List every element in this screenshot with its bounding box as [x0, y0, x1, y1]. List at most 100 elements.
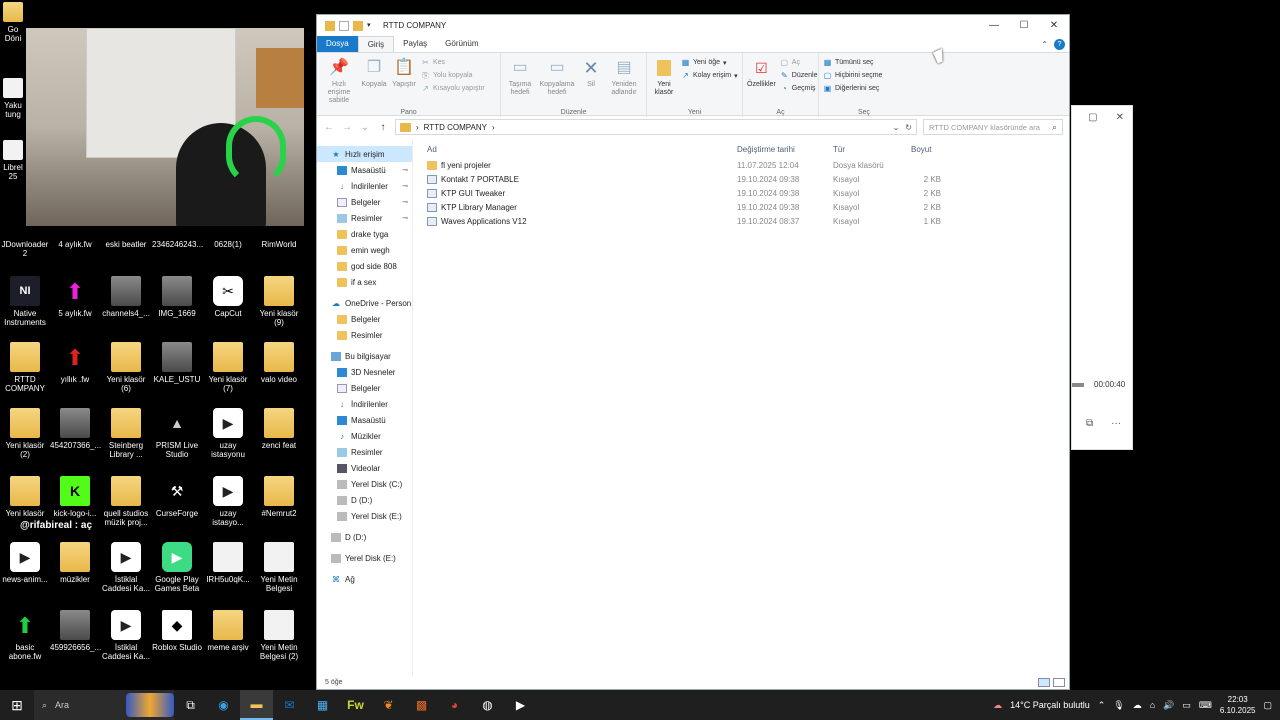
desktop-icon[interactable]: Go Döni [0, 2, 26, 43]
close-button[interactable]: ✕ [1039, 20, 1069, 31]
invert-selection-button[interactable]: ▣ Diğerlerini seç [823, 84, 882, 93]
nav-item[interactable]: god side 808 [317, 258, 412, 274]
nav-item[interactable]: Belgeler [317, 311, 412, 327]
desktop-icon[interactable]: Librel 25 [0, 140, 26, 181]
rename-button[interactable]: ▤ Yeniden adlandır [607, 55, 641, 105]
forward-arrow-icon[interactable]: → [341, 122, 353, 133]
weather-text[interactable]: 14°C Parçalı bulutlu [1010, 700, 1090, 710]
nav-item[interactable]: Belgeler ⊸ [317, 194, 412, 210]
nav-item[interactable]: Videolar [317, 460, 412, 476]
chevron-down-icon[interactable]: ⌄ [893, 123, 900, 132]
nav-item[interactable]: if a sex [317, 274, 412, 290]
nav-item[interactable]: Yerel Disk (C:) [317, 476, 412, 492]
file-row[interactable]: KTP GUI Tweaker 19.10.2024 09:38 Kısayol 2 … [413, 186, 1069, 200]
desktop-icon[interactable]: 459926656_... [50, 610, 101, 652]
desktop-icon[interactable]: ▶ uzay istasyo... [203, 476, 253, 527]
desktop-icon[interactable]: #Nemrut2 [254, 476, 304, 518]
desktop-icon[interactable]: Yeni klasör (2) [0, 408, 50, 459]
desktop-icon[interactable]: Yeni Metin Belgesi (2) [254, 610, 304, 661]
new-folder-button[interactable]: Yeni klasör [651, 55, 677, 105]
fireworks-icon[interactable]: Fw [339, 690, 372, 720]
copy-button[interactable]: ❐ Kopyala [361, 55, 387, 105]
details-view-icon[interactable] [1038, 678, 1050, 687]
desktop-icon[interactable]: ⚒ CurseForge [152, 476, 202, 519]
open-button[interactable]: ▢ Aç [780, 58, 818, 67]
paste-shortcut-button[interactable]: ↗ Kısayolu yapıştır [421, 84, 485, 93]
chevron-up-icon[interactable]: ⌃ [1041, 40, 1048, 49]
network-icon[interactable]: ⌂ [1150, 700, 1155, 710]
desktop-icon[interactable]: Yeni klasör (9) [254, 276, 304, 327]
desktop-icon[interactable]: NI Native Instruments [0, 276, 50, 327]
nav-item[interactable]: emin wegh [317, 242, 412, 258]
move-to-button[interactable]: ▭ Taşıma hedefi [505, 55, 535, 105]
file-row[interactable]: KTP Library Manager 19.10.2024 09:38 Kısay… [413, 200, 1069, 214]
nav-item[interactable]: ★ Hızlı erişim [317, 146, 412, 162]
clock[interactable]: 22:03 6.10.2025 [1220, 694, 1256, 716]
chevron-down-icon[interactable]: ▾ [367, 21, 377, 31]
nav-item[interactable]: D (D:) [317, 529, 412, 545]
desktop-icon[interactable]: 4 aylık.fw [50, 240, 100, 249]
desktop-icon[interactable]: Kkick-logo-i... [50, 476, 100, 518]
select-none-button[interactable]: ▢ Hiçbirini seçme [823, 71, 883, 80]
cut-button[interactable]: ✂ Kes [421, 58, 485, 67]
microphone-icon[interactable]: 🎙 [1113, 700, 1124, 711]
file-row[interactable]: Waves Applications V12 19.10.2024 08:37 Kı… [413, 214, 1069, 228]
maximize-button[interactable]: ☐ [1009, 20, 1039, 31]
history-button[interactable]: ◔ Geçmiş [780, 84, 818, 93]
desktop-icon[interactable]: KALE_USTU [152, 342, 202, 384]
desktop-icon[interactable]: 454207366_... [50, 408, 101, 450]
tab-file[interactable]: Dosya [317, 36, 358, 52]
desktop-icon[interactable]: eski beatler [101, 240, 151, 249]
outlook-icon[interactable]: ✉ [273, 690, 306, 720]
properties-button[interactable]: ☑ Özellikler [747, 55, 776, 105]
nav-item[interactable]: Resimler [317, 444, 412, 460]
desktop-icon[interactable]: ▶ İstiklal Caddesi Ka... [101, 542, 151, 593]
desktop-icon[interactable]: ⬆ basic abone.fw [0, 610, 50, 661]
desktop-icon[interactable]: ⬆ yıllık .fw [50, 342, 100, 384]
new-item-button[interactable]: ▦ Yeni öğe ▾ [681, 58, 738, 67]
paste-button[interactable]: 📋 Yapıştır [391, 55, 417, 105]
desktop-icon[interactable]: ▶ uzay istasyonu [203, 408, 253, 459]
minimize-button[interactable]: — [979, 20, 1009, 31]
desktop-icon[interactable]: RTTD COMPANY [0, 342, 50, 393]
task-view-icon[interactable]: ⧉ [174, 690, 207, 720]
desktop-icon[interactable]: Yaku tung [0, 78, 26, 119]
desktop-icon[interactable]: zenci feat [254, 408, 304, 450]
nav-item[interactable]: D (D:) [317, 492, 412, 508]
edge-icon[interactable]: ◉ [207, 690, 240, 720]
nav-item[interactable]: drake tyga [317, 226, 412, 242]
restore-icon[interactable]: ▢ [1088, 112, 1097, 123]
app-grid-icon[interactable]: ▩ [405, 690, 438, 720]
select-all-button[interactable]: ▦ Tümünü seç [823, 58, 882, 67]
column-header-size[interactable]: Boyut [911, 145, 971, 154]
desktop-icon[interactable]: channels4_... [101, 276, 151, 318]
edit-button[interactable]: ✎ Düzenle [780, 71, 818, 80]
tab-share[interactable]: Paylaş [394, 36, 436, 52]
media-player-icon[interactable]: ▶ [504, 690, 537, 720]
desktop-icon[interactable]: IMG_1669 [152, 276, 202, 318]
store-icon[interactable]: ▦ [306, 690, 339, 720]
delete-button[interactable]: ✕ Sil [579, 55, 603, 105]
desktop-icon[interactable]: quell studios müzik proj... [101, 476, 151, 527]
battery-icon[interactable]: ▭ [1182, 700, 1191, 711]
desktop-icon[interactable]: valo video [254, 342, 304, 384]
keyboard-icon[interactable]: ⌨ [1199, 700, 1212, 711]
notifications-icon[interactable]: ▢ [1263, 700, 1272, 711]
nav-item[interactable]: Belgeler [317, 380, 412, 396]
volume-icon[interactable]: 🔊 [1163, 700, 1174, 711]
desktop-icon[interactable]: ▶ Google Play Games Beta [152, 542, 202, 593]
tab-view[interactable]: Görünüm [436, 36, 487, 52]
file-row[interactable]: fl yeni projeler 11.07.2025 12:04 Dosya kl… [413, 158, 1069, 172]
obs-icon[interactable]: ◍ [471, 690, 504, 720]
recent-chevron-icon[interactable]: ⌄ [359, 122, 371, 133]
copy-to-button[interactable]: ▭ Kopyalama hedefi [539, 55, 575, 105]
nav-item[interactable]: ↓ İndirilenler ⊸ [317, 178, 412, 194]
nav-item[interactable]: ☁ OneDrive - Person [317, 295, 412, 311]
back-arrow-icon[interactable]: ← [323, 122, 335, 133]
desktop-icon[interactable]: JDownloader 2 [0, 240, 50, 258]
nav-item[interactable]: ♪ Müzikler [317, 428, 412, 444]
mini-view-icon[interactable]: ⧉ [1086, 418, 1093, 429]
player-progress-bar[interactable] [1072, 383, 1084, 387]
file-explorer-icon[interactable]: ▬ [240, 690, 273, 720]
desktop-icon[interactable]: 2346246243... [152, 240, 203, 249]
